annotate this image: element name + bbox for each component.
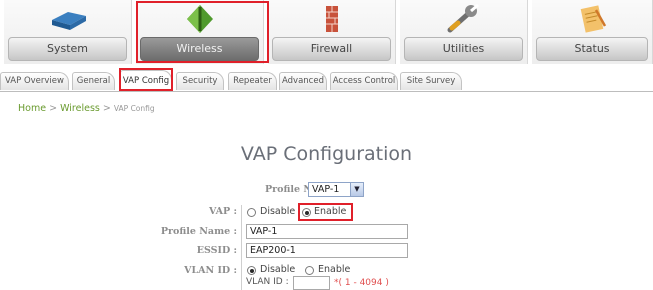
page-title: VAP Configuration [240, 143, 413, 165]
nav-wireless[interactable]: Wireless [136, 0, 264, 64]
vap-enable-text: Enable [314, 206, 347, 217]
vap-label: VAP : [209, 206, 237, 217]
nav-firewall[interactable]: Firewall [268, 0, 396, 64]
breadcrumb: Home > Wireless > VAP Config [18, 103, 155, 114]
nav-utilities[interactable]: Utilities [400, 0, 528, 64]
profile-select[interactable]: VAP-1 ▼ [308, 182, 364, 197]
vap-disable-text: Disable [260, 206, 296, 217]
vlan-enable-radio[interactable] [305, 266, 314, 275]
tab-bar: VAP Overview General VAP Config Security… [0, 70, 653, 92]
nav-system[interactable]: System [4, 0, 132, 64]
tab-site-survey[interactable]: Site Survey [400, 72, 462, 90]
profile-select-value: VAP-1 [312, 184, 340, 195]
breadcrumb-home[interactable]: Home [18, 103, 46, 114]
breadcrumb-wireless[interactable]: Wireless [60, 103, 100, 114]
nav-system-button[interactable]: System [8, 37, 127, 61]
essid-input[interactable]: EAP200-1 [246, 243, 408, 258]
vlan-id-input[interactable] [293, 276, 330, 290]
chevron-down-icon[interactable]: ▼ [350, 183, 363, 196]
vlan-label: VLAN ID : [184, 265, 237, 276]
tab-general[interactable]: General [72, 72, 115, 90]
antenna-icon [186, 5, 213, 33]
vlan-disable-text: Disable [260, 264, 296, 275]
nav-firewall-button[interactable]: Firewall [272, 37, 391, 61]
vlan-enable-text: Enable [318, 264, 351, 275]
tab-repeater[interactable]: Repeater [228, 72, 277, 90]
top-navigation: System Wireless Firewall Utilities Statu… [0, 0, 653, 64]
nav-status-button[interactable]: Status [536, 37, 648, 61]
vlan-disable-radio[interactable] [247, 266, 256, 275]
profile-name-label: Profile Name : [160, 226, 237, 237]
tab-vap-config[interactable]: VAP Config [120, 70, 172, 91]
profile-name-input[interactable]: VAP-1 [246, 224, 408, 239]
nav-status[interactable]: Status [532, 0, 653, 64]
vlan-id-label: VLAN ID : [246, 277, 289, 287]
tab-access-control[interactable]: Access Control [330, 72, 398, 90]
wrench-icon [447, 4, 479, 33]
breadcrumb-separator: > [102, 103, 111, 114]
device-icon [51, 12, 86, 30]
firewall-icon [325, 6, 338, 32]
nav-utilities-button[interactable]: Utilities [404, 37, 523, 61]
essid-label: ESSID : [196, 245, 237, 256]
profile-select-label: Profile Name : [265, 184, 342, 195]
nav-wireless-button[interactable]: Wireless [140, 37, 259, 61]
tab-advanced[interactable]: Advanced [279, 72, 327, 90]
breadcrumb-current: VAP Config [113, 104, 155, 113]
form-divider [241, 205, 242, 290]
vlan-id-range-hint: *( 1 - 4094 ) [334, 278, 389, 288]
tab-vap-overview[interactable]: VAP Overview [0, 72, 69, 90]
vap-enable-radio[interactable] [302, 208, 311, 217]
tab-security[interactable]: Security [176, 72, 224, 90]
breadcrumb-separator: > [49, 103, 58, 114]
vap-disable-radio[interactable] [247, 208, 256, 217]
notepad-icon [580, 5, 607, 33]
